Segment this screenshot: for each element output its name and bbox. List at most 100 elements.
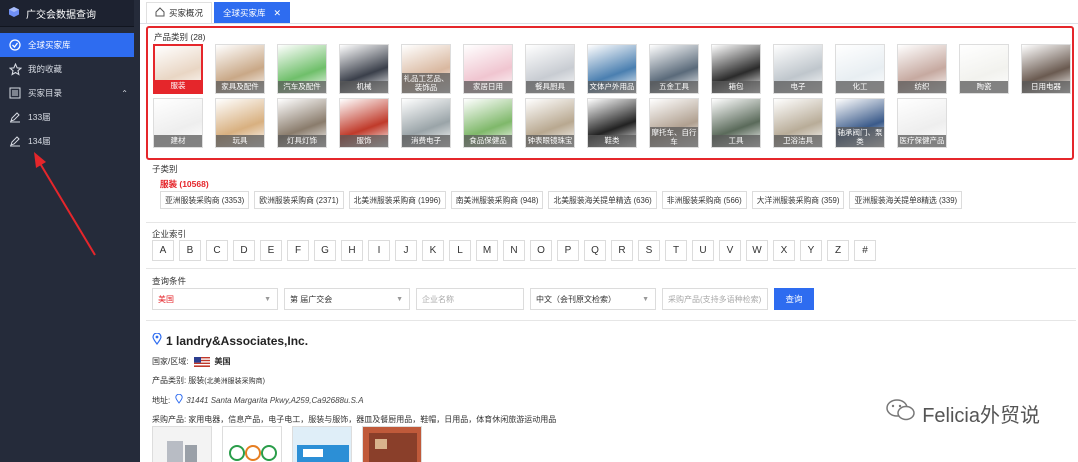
category-tile[interactable]: 服饰: [339, 98, 389, 148]
search-button[interactable]: 查询: [774, 288, 814, 310]
product-thumbnail[interactable]: [292, 426, 352, 462]
category-tile[interactable]: 餐具厨具: [525, 44, 575, 94]
letter-index-item[interactable]: U: [692, 240, 714, 261]
category-tile[interactable]: 玩具: [215, 98, 265, 148]
sidebar-item-buyer-directory[interactable]: 买家目录 ⌃: [0, 81, 140, 105]
category-tile[interactable]: 摩托车、自行车: [649, 98, 699, 148]
category-caption: 卫浴洁具: [774, 135, 822, 147]
subcategory-chip[interactable]: 亚洲服装海关提单8精选 (339): [849, 191, 963, 209]
letter-index-item[interactable]: G: [314, 240, 336, 261]
category-tile[interactable]: 礼品工艺品、装饰品: [401, 44, 451, 94]
product-thumbnail[interactable]: [362, 426, 422, 462]
product-thumbnail[interactable]: [222, 426, 282, 462]
letter-index-item[interactable]: M: [476, 240, 498, 261]
category-tile[interactable]: 机械: [339, 44, 389, 94]
category-tile[interactable]: 服装: [153, 44, 203, 94]
category-tile[interactable]: 箱包: [711, 44, 761, 94]
company-name-input[interactable]: [416, 288, 524, 310]
letter-index-item[interactable]: P: [557, 240, 579, 261]
letter-index-item[interactable]: R: [611, 240, 633, 261]
category-tile[interactable]: 陶瓷: [959, 44, 1009, 94]
category-tile[interactable]: 家居日用: [463, 44, 513, 94]
letter-index-item[interactable]: X: [773, 240, 795, 261]
category-tile[interactable]: 医疗保健产品: [897, 98, 947, 148]
category-tile[interactable]: 灯具灯饰: [277, 98, 327, 148]
category-tile[interactable]: 钟表眼镜珠宝: [525, 98, 575, 148]
letter-index-item[interactable]: H: [341, 240, 363, 261]
result-card: 1 landry&Associates,Inc. 国家/区域: 美国 产品类别:…: [152, 332, 852, 425]
letter-index-item[interactable]: I: [368, 240, 390, 261]
country-select[interactable]: 美国 ▼: [152, 288, 278, 310]
subcategory-chip[interactable]: 欧洲服装采购商 (2371): [254, 191, 344, 209]
letter-index-item[interactable]: Q: [584, 240, 606, 261]
category-tile[interactable]: 食品保健品: [463, 98, 513, 148]
close-icon[interactable]: ✕: [274, 8, 282, 19]
letter-index-item[interactable]: A: [152, 240, 174, 261]
product-search-input[interactable]: [662, 288, 768, 310]
tab-global-buyers[interactable]: 全球买家库 ✕: [214, 2, 291, 23]
result-address-row: 地址: 31441 Santa Margarita Pkwy,A259,Ca92…: [152, 393, 852, 406]
category-tile[interactable]: 文体户外用品: [587, 44, 637, 94]
session-select[interactable]: 第 届广交会 ▼: [284, 288, 410, 310]
category-tile[interactable]: 化工: [835, 44, 885, 94]
category-tile[interactable]: 纺织: [897, 44, 947, 94]
subcategory-chip[interactable]: 大洋洲服装采购商 (359): [751, 191, 845, 209]
category-tile[interactable]: 五金工具: [649, 44, 699, 94]
sidebar-brand[interactable]: 广交会数据查询: [0, 0, 134, 27]
result-company-name[interactable]: 1 landry&Associates,Inc.: [152, 332, 852, 348]
category-caption: 日用电器: [1022, 81, 1070, 93]
subcategory-chip[interactable]: 非洲服装采购商 (566): [661, 191, 747, 209]
letter-index-item[interactable]: B: [179, 240, 201, 261]
language-select[interactable]: 中文（会刊原文检索） ▼: [530, 288, 656, 310]
result-category-row: 产品类别: 服装 (北美洲服装采购商): [152, 375, 852, 386]
category-tile[interactable]: 建材: [153, 98, 203, 148]
chevron-up-icon: ⌃: [121, 88, 128, 98]
letter-index-item[interactable]: E: [260, 240, 282, 261]
category-caption: 摩托车、自行车: [650, 127, 698, 147]
letter-index-item[interactable]: L: [449, 240, 471, 261]
category-tile[interactable]: 卫浴洁具: [773, 98, 823, 148]
category-tile[interactable]: 家具及配件: [215, 44, 265, 94]
category-tile[interactable]: 消费电子: [401, 98, 451, 148]
letter-index-item[interactable]: F: [287, 240, 309, 261]
country-label: 国家/区域:: [152, 357, 189, 366]
letter-index-item[interactable]: C: [206, 240, 228, 261]
letter-index-item[interactable]: N: [503, 240, 525, 261]
subcategory-chip[interactable]: 亚洲服装采购商 (3353): [160, 191, 250, 209]
letter-index-item[interactable]: D: [233, 240, 255, 261]
letter-index-item[interactable]: V: [719, 240, 741, 261]
category-caption: 服饰: [340, 135, 388, 147]
subcategory-selected[interactable]: 服装 (10568): [160, 178, 209, 190]
sidebar-item-favorites[interactable]: 我的收藏: [0, 57, 140, 81]
sidebar-title: 广交会数据查询: [26, 9, 96, 21]
category-caption: 文体户外用品: [588, 81, 636, 93]
letter-index-item[interactable]: W: [746, 240, 768, 261]
letter-index-item[interactable]: Z: [827, 240, 849, 261]
letter-index-item[interactable]: #: [854, 240, 876, 261]
category-tile[interactable]: 鞋类: [587, 98, 637, 148]
letter-index-item[interactable]: K: [422, 240, 444, 261]
category-caption: 消费电子: [402, 135, 450, 147]
category-tile[interactable]: 电子: [773, 44, 823, 94]
letter-index-item[interactable]: O: [530, 240, 552, 261]
letter-index-item[interactable]: S: [638, 240, 660, 261]
tab-buyer-overview[interactable]: 买家概况: [146, 2, 213, 23]
letter-index-item[interactable]: T: [665, 240, 687, 261]
category-tile[interactable]: 汽车及配件: [277, 44, 327, 94]
category-caption: 建材: [154, 135, 202, 147]
tab-bar: 买家概况 全球买家库 ✕: [140, 0, 1078, 24]
product-thumbnail[interactable]: [152, 426, 212, 462]
category-caption: 鞋类: [588, 135, 636, 147]
category-tile[interactable]: 日用电器: [1021, 44, 1071, 94]
category-tile[interactable]: 工具: [711, 98, 761, 148]
letter-index-item[interactable]: Y: [800, 240, 822, 261]
letter-index-item[interactable]: J: [395, 240, 417, 261]
sidebar-item-global-buyers[interactable]: 全球买家库: [0, 33, 134, 57]
subcategory-chip[interactable]: 北美服装海关提单精选 (636): [548, 191, 657, 209]
category-tile[interactable]: 轴承阀门、泵类: [835, 98, 885, 148]
subcategory-chip[interactable]: 南美洲服装采购商 (948): [450, 191, 544, 209]
subcategory-chip[interactable]: 北美洲服装采购商 (1996): [348, 191, 446, 209]
sidebar-item-label: 我的收藏: [28, 64, 63, 74]
sidebar-item-133[interactable]: 133届: [0, 105, 140, 129]
divider: [146, 268, 1076, 269]
